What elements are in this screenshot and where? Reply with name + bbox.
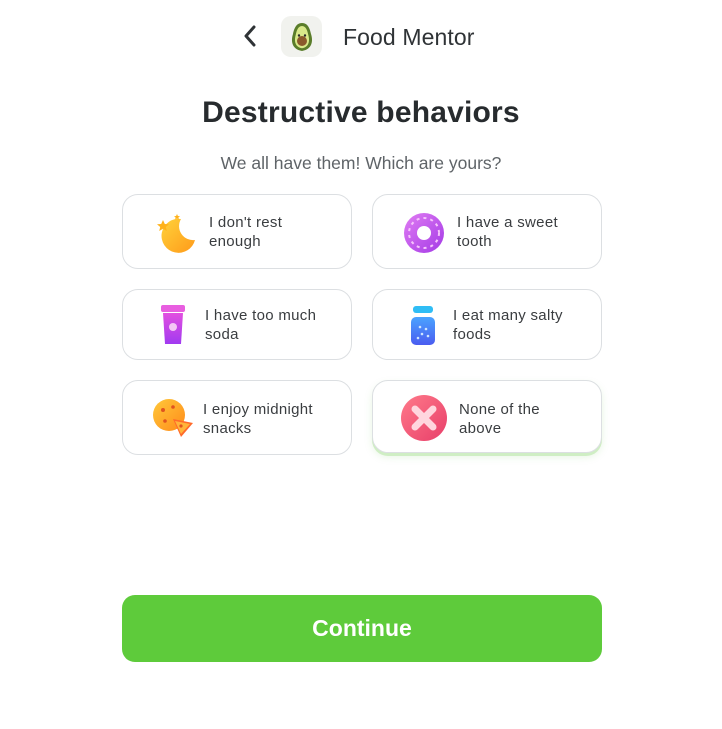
option-label: I have too much soda: [205, 307, 317, 343]
option-midnight-snacks[interactable]: I enjoy midnight snacks: [122, 380, 352, 455]
continue-button[interactable]: Continue: [122, 595, 602, 662]
pizza-icon: [151, 397, 195, 439]
option-none-of-the-above[interactable]: None of the above: [372, 380, 602, 453]
page-title: Destructive behaviors: [202, 96, 520, 129]
option-label: I enjoy midnight snacks: [203, 401, 313, 437]
avocado-icon: [291, 22, 312, 51]
option-label: I don't rest enough: [209, 214, 283, 250]
option-label: I eat many salty foods: [453, 307, 563, 343]
option-label: None of the above: [459, 401, 540, 437]
option-label: I have a sweet tooth: [457, 214, 558, 250]
app-logo: [281, 16, 322, 57]
salt-shaker-icon: [409, 305, 437, 347]
option-salty-foods[interactable]: I eat many salty foods: [372, 289, 602, 360]
back-button[interactable]: [238, 22, 262, 50]
moon-stars-icon: [151, 210, 197, 256]
cross-circle-icon: [400, 394, 448, 442]
option-too-much-soda[interactable]: I have too much soda: [122, 289, 352, 360]
header: Food Mentor: [0, 16, 722, 58]
page-subtitle: We all have them! Which are yours?: [220, 153, 502, 173]
chevron-left-icon: [244, 25, 256, 47]
soda-cup-icon: [159, 304, 187, 346]
app-title: Food Mentor: [343, 24, 475, 50]
option-dont-rest-enough[interactable]: I don't rest enough: [122, 194, 352, 269]
donut-icon: [402, 211, 446, 255]
option-sweet-tooth[interactable]: I have a sweet tooth: [372, 194, 602, 269]
